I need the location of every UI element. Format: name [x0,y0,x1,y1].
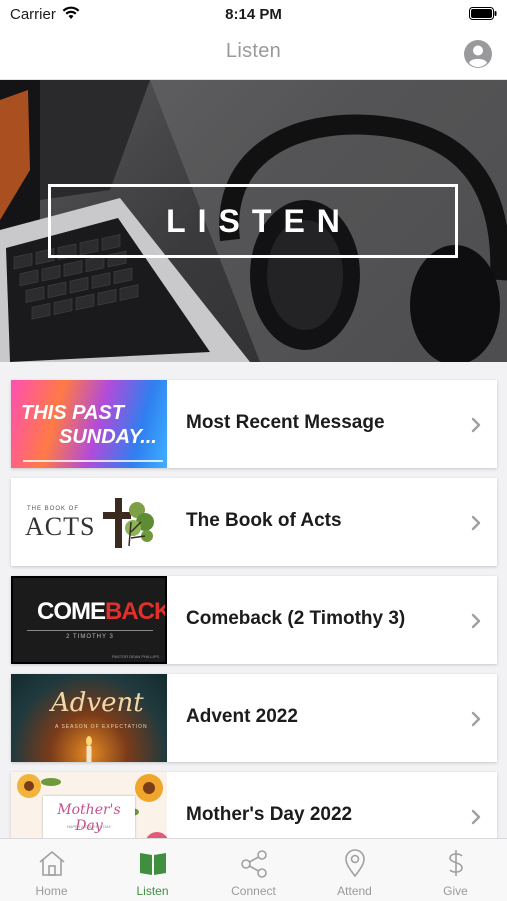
tab-label: Home [35,884,68,898]
tab-listen[interactable]: Listen [102,839,203,901]
list-item-label: Most Recent Message [186,412,385,433]
list-item-label: Advent 2022 [186,706,298,727]
chevron-right-icon [471,711,481,727]
candle-icon [86,736,92,762]
list-item[interactable]: THE BOOK OF ACTS The Book of Acts [11,478,497,566]
thumbnail-text-come: COME [37,598,106,625]
thumbnail-text: SUNDAY... [59,426,157,448]
status-time: 8:14 PM [225,6,282,23]
series-thumbnail: THE BOOK OF ACTS [11,478,167,566]
tab-give[interactable]: Give [405,839,506,901]
list-item[interactable]: THIS PAST SUNDAY... Most Recent Message [11,380,497,468]
thumbnail-text: ACTS [25,512,96,541]
home-icon [39,850,65,876]
thumbnail-text: HAPPY MOTHER'S DAY [66,824,112,829]
map-pin-icon [345,849,365,878]
hero-banner: LISTEN [0,80,507,362]
tab-home[interactable]: Home [1,839,102,901]
tab-connect[interactable]: Connect [203,839,304,901]
tab-attend[interactable]: Attend [304,839,405,901]
series-thumbnail: COMEBACK 2 TIMOTHY 3 PASTOR DEAN PHILLIP… [11,576,167,664]
thumbnail-text: Advent [51,688,144,718]
list-item-label: Mother's Day 2022 [186,804,353,825]
dollar-icon [449,850,463,876]
tab-label: Connect [231,884,276,898]
series-list: THIS PAST SUNDAY... Most Recent Message … [11,380,497,870]
battery-icon [469,7,497,20]
chevron-right-icon [471,613,481,629]
tab-bar: Home Listen Connect Attend Give [0,838,507,901]
tab-label: Listen [136,884,169,898]
page-title: Listen [225,40,282,62]
cross-tree-icon [103,498,154,548]
thumbnail-text: COMEBACK [37,598,167,626]
list-item-label: Comeback (2 Timothy 3) [186,608,406,629]
chevron-right-icon [471,809,481,825]
series-thumbnail: THIS PAST SUNDAY... [11,380,167,468]
chevron-right-icon [471,417,481,433]
thumbnail-text: THIS PAST [21,402,124,424]
list-item-label: The Book of Acts [186,510,342,531]
thumbnail-text-back: BACK [105,598,167,625]
tab-label: Give [443,884,468,898]
chevron-right-icon [471,515,481,531]
list-item[interactable]: Advent A SEASON OF EXPECTATION Advent 20… [11,674,497,762]
thumbnail-divider [23,460,163,462]
thumbnail-text: PASTOR DEAN PHILLIPS [112,654,159,659]
thumbnail-text: A SEASON OF EXPECTATION [55,724,148,730]
share-icon [241,850,267,878]
thumbnail-divider [27,630,153,631]
list-item[interactable]: COMEBACK 2 TIMOTHY 3 PASTOR DEAN PHILLIP… [11,576,497,664]
tab-label: Attend [337,884,372,898]
thumbnail-text: 2 TIMOTHY 3 [66,634,114,640]
hero-title: LISTEN [166,202,352,239]
nav-bar: Listen [0,28,507,80]
thumbnail-text: Mother's Day [57,802,121,834]
profile-icon[interactable] [463,39,493,69]
book-icon [140,853,166,875]
series-thumbnail: Advent A SEASON OF EXPECTATION [11,674,167,762]
status-bar: Carrier 8:14 PM [0,0,507,28]
hero-title-frame: LISTEN [48,184,458,258]
